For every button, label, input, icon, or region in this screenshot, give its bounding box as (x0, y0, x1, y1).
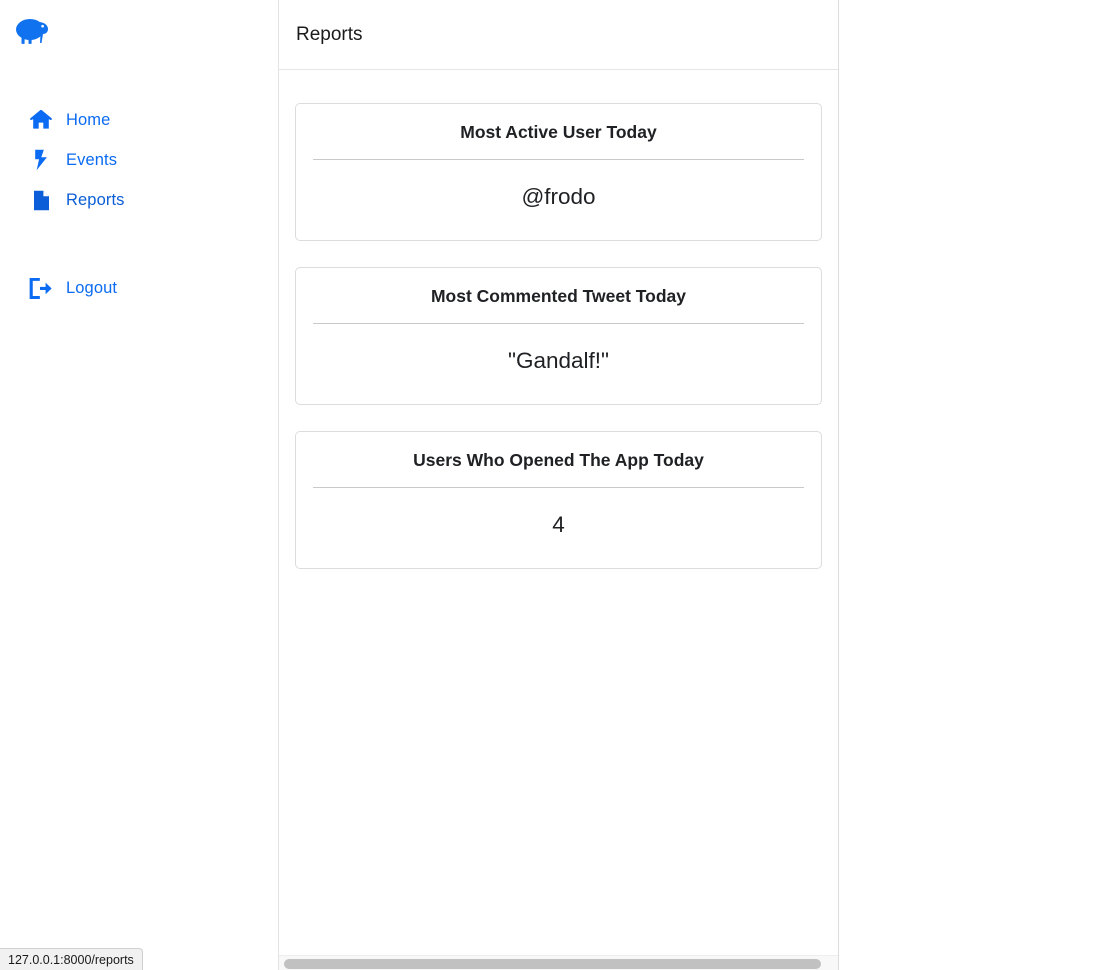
report-card-title: Users Who Opened The App Today (413, 450, 704, 470)
horizontal-scrollbar-thumb[interactable] (284, 959, 821, 969)
app-root: Home Events Reports Logout Reports Most … (0, 0, 1102, 970)
main-content: Reports Most Active User Today @frodo Mo… (278, 0, 839, 970)
home-icon (28, 108, 54, 132)
horizontal-scrollbar[interactable] (279, 955, 838, 970)
document-icon (28, 188, 54, 212)
sidebar-logout-group: Logout (0, 268, 278, 308)
report-card-value: 4 (552, 512, 565, 537)
sidebar-item-label: Home (66, 110, 111, 129)
report-card: Users Who Opened The App Today 4 (295, 431, 822, 569)
sidebar-item-reports[interactable]: Reports (0, 180, 278, 220)
report-card-list: Most Active User Today @frodo Most Comme… (279, 70, 838, 569)
sidebar-nav: Home Events Reports (0, 100, 278, 220)
sidebar: Home Events Reports Logout (0, 0, 278, 970)
brand-logo[interactable] (14, 12, 70, 52)
page-title: Reports (296, 24, 363, 45)
kiwi-bird-icon (14, 17, 50, 47)
sidebar-item-label: Reports (66, 190, 125, 209)
page-header: Reports (279, 0, 838, 70)
sidebar-item-events[interactable]: Events (0, 140, 278, 180)
bolt-icon (28, 148, 54, 172)
report-card-value: @frodo (521, 184, 596, 209)
status-bar-url: 127.0.0.1:8000/reports (0, 948, 143, 970)
report-card-title: Most Commented Tweet Today (430, 286, 687, 306)
sidebar-item-home[interactable]: Home (0, 100, 278, 140)
sidebar-item-logout[interactable]: Logout (0, 268, 278, 308)
report-card-title: Most Active User Today (460, 122, 657, 142)
sidebar-item-label: Logout (66, 278, 118, 297)
report-card: Most Commented Tweet Today "Gandalf!" (295, 267, 822, 405)
report-card-value: "Gandalf!" (507, 348, 610, 373)
sign-out-icon (28, 276, 54, 300)
report-card: Most Active User Today @frodo (295, 103, 822, 241)
sidebar-item-label: Events (66, 150, 118, 169)
